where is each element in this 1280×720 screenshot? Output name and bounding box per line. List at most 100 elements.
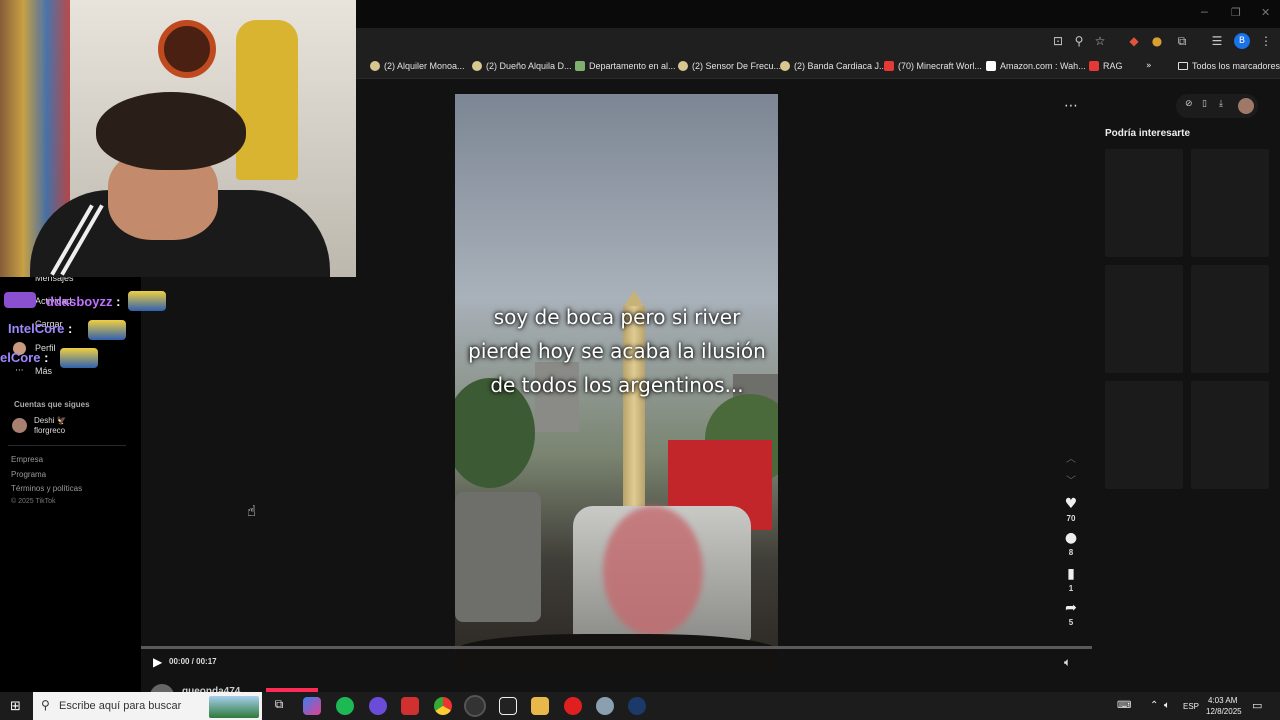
chat-username: IntelCore : — [8, 321, 73, 336]
opera-icon[interactable] — [564, 697, 582, 715]
bookmark-star-icon[interactable]: ☆ — [1092, 33, 1108, 49]
bookmark-item[interactable]: Amazon.com : Wah... — [986, 61, 1086, 71]
avatar — [12, 418, 27, 433]
search-highlight-icon — [209, 696, 259, 718]
chat-emote-icon — [128, 291, 166, 311]
steam-icon[interactable] — [628, 697, 646, 715]
zoom-icon[interactable]: ⚲ — [1071, 33, 1087, 49]
app-icon[interactable] — [596, 697, 614, 715]
more-icon: ··· — [15, 366, 24, 376]
file-explorer-icon[interactable] — [531, 697, 549, 715]
language-indicator[interactable]: ESP — [1183, 702, 1199, 711]
like-count: 70 — [1066, 514, 1076, 523]
windows-start-icon[interactable]: ⊞ — [10, 699, 21, 714]
webcam-person-hair — [96, 92, 246, 170]
profile-avatar[interactable]: B — [1234, 33, 1250, 49]
bookmark-item[interactable]: (2) Banda Cardiaca J... — [780, 61, 887, 71]
like-button[interactable]: ♥ 70 — [1061, 496, 1081, 523]
obs-icon[interactable] — [464, 695, 486, 717]
chrome-menu-icon[interactable]: ⋮ — [1258, 33, 1274, 49]
minimize-icon[interactable]: ─ — [1201, 6, 1208, 19]
chat-emote-icon — [88, 320, 126, 340]
play-icon[interactable]: ▶ — [153, 655, 162, 669]
compass-icon[interactable]: ⊘ — [1185, 99, 1193, 109]
keyboard-icon[interactable]: ⌨ — [1117, 700, 1131, 711]
footer-link[interactable]: Programa — [11, 470, 46, 479]
recommended-video[interactable] — [1105, 381, 1183, 489]
recommended-video[interactable] — [1191, 149, 1269, 257]
bookmark-item[interactable]: (70) Minecraft Worl... — [884, 61, 982, 71]
volume-icon[interactable]: 🔈︎ — [1064, 655, 1071, 670]
chrome-icon[interactable] — [434, 697, 452, 715]
recommended-video[interactable] — [1191, 265, 1269, 373]
discord-icon[interactable] — [369, 697, 387, 715]
bookmark-favicon-icon — [370, 61, 380, 71]
video-blur — [603, 506, 703, 636]
volume-icon[interactable]: 🔈︎ — [1164, 700, 1170, 711]
share-icon: ➦ — [1065, 600, 1077, 616]
recommended-video[interactable] — [1105, 265, 1183, 373]
bookmark-item[interactable]: (2) Alquiler Monoa... — [370, 61, 465, 71]
share-button[interactable]: ➦ 5 — [1061, 600, 1081, 627]
recommended-video[interactable] — [1191, 381, 1269, 489]
chevron-down-icon[interactable]: ﹀ — [1061, 472, 1081, 487]
following-handle[interactable]: florgreco — [34, 426, 65, 435]
download-icon[interactable]: ⤓ — [1219, 99, 1223, 109]
progress-bar[interactable] — [141, 646, 1092, 649]
taskbar-search[interactable]: ⚲ Escribe aquí para buscar — [33, 692, 262, 720]
amazon-icon — [986, 61, 996, 71]
bookmark-item[interactable]: RAG — [1089, 61, 1123, 71]
close-icon[interactable]: ✕ — [1261, 6, 1270, 19]
panel-toolbar: ⊘ ▯ ⤓ — [1176, 94, 1258, 118]
bookmarks-bar: (2) Alquiler Monoa... (2) Dueño Alquila … — [356, 55, 1280, 79]
video-caption: soy de boca pero si river pierde hoy se … — [468, 305, 766, 397]
save-button[interactable]: ▮ 1 — [1061, 566, 1081, 593]
folder-icon — [1178, 62, 1188, 70]
chevron-more-icon[interactable]: » — [1146, 61, 1152, 71]
chevron-up-icon[interactable]: ⌃ — [1150, 700, 1158, 711]
clock-time[interactable]: 4:03 AM — [1208, 696, 1237, 705]
divider — [8, 445, 126, 446]
media-icon[interactable]: ☰ — [1209, 33, 1225, 49]
comment-button[interactable]: ● 8 — [1061, 530, 1081, 557]
youtube-icon — [884, 61, 894, 71]
chat-badge-icon — [4, 292, 36, 308]
following-name[interactable]: Deshi 🦅 — [34, 416, 67, 425]
notifications-icon[interactable]: ▭ — [1252, 699, 1262, 712]
extension-icon[interactable]: ◆ — [1126, 33, 1142, 49]
obs-replay-icon[interactable] — [401, 697, 419, 715]
all-bookmarks[interactable]: Todos los marcadores — [1178, 61, 1280, 71]
comment-count: 8 — [1068, 548, 1074, 557]
bookmark-item[interactable]: (2) Dueño Alquila D... — [472, 61, 572, 71]
share-count: 5 — [1068, 618, 1074, 627]
bookmark-favicon-icon — [472, 61, 482, 71]
install-icon[interactable]: ⊡ — [1050, 33, 1066, 49]
search-icon: ⚲ — [41, 698, 50, 712]
task-view-icon[interactable]: ⧉ — [270, 697, 288, 715]
recommendations-panel: ⊘ ▯ ⤓ Podría interesarte — [1092, 92, 1280, 692]
video-player[interactable]: soy de boca pero si river pierde hoy se … — [455, 94, 778, 676]
copyright: © 2025 TikTok — [11, 498, 56, 505]
bookmark-item[interactable]: (2) Sensor De Frecu... — [678, 61, 781, 71]
browser-toolbar: ⊡ ⚲ ☆ ◆ ● ⧉ ☰ B ⋮ — [356, 28, 1280, 55]
clock-date[interactable]: 12/8/2025 — [1206, 707, 1242, 716]
chat-username: elCore : — [0, 350, 49, 365]
sidebar-item-more[interactable]: Más — [35, 366, 52, 376]
phone-icon[interactable]: ▯ — [1202, 99, 1207, 109]
avatar[interactable] — [1238, 98, 1254, 114]
restore-icon[interactable]: ❐ — [1231, 6, 1241, 19]
copilot-icon[interactable] — [303, 697, 321, 715]
heart-icon: ♥ — [1064, 496, 1078, 512]
comment-icon: ● — [1064, 530, 1078, 546]
bookmark-item[interactable]: Departamento en al... — [575, 61, 676, 71]
extensions-puzzle-icon[interactable]: ⧉ — [1174, 33, 1190, 49]
more-options-icon[interactable]: ⋯ — [1064, 98, 1078, 114]
spotify-icon[interactable] — [336, 697, 354, 715]
footer-link[interactable]: Empresa — [11, 455, 43, 464]
extension-color-icon[interactable]: ● — [1149, 33, 1165, 49]
recommended-video[interactable] — [1105, 149, 1183, 257]
footer-link[interactable]: Términos y políticas — [11, 484, 82, 493]
playback-time: 00:00 / 00:17 — [169, 657, 217, 666]
app-icon[interactable] — [499, 697, 517, 715]
chevron-up-icon[interactable]: ︿ — [1061, 450, 1081, 465]
